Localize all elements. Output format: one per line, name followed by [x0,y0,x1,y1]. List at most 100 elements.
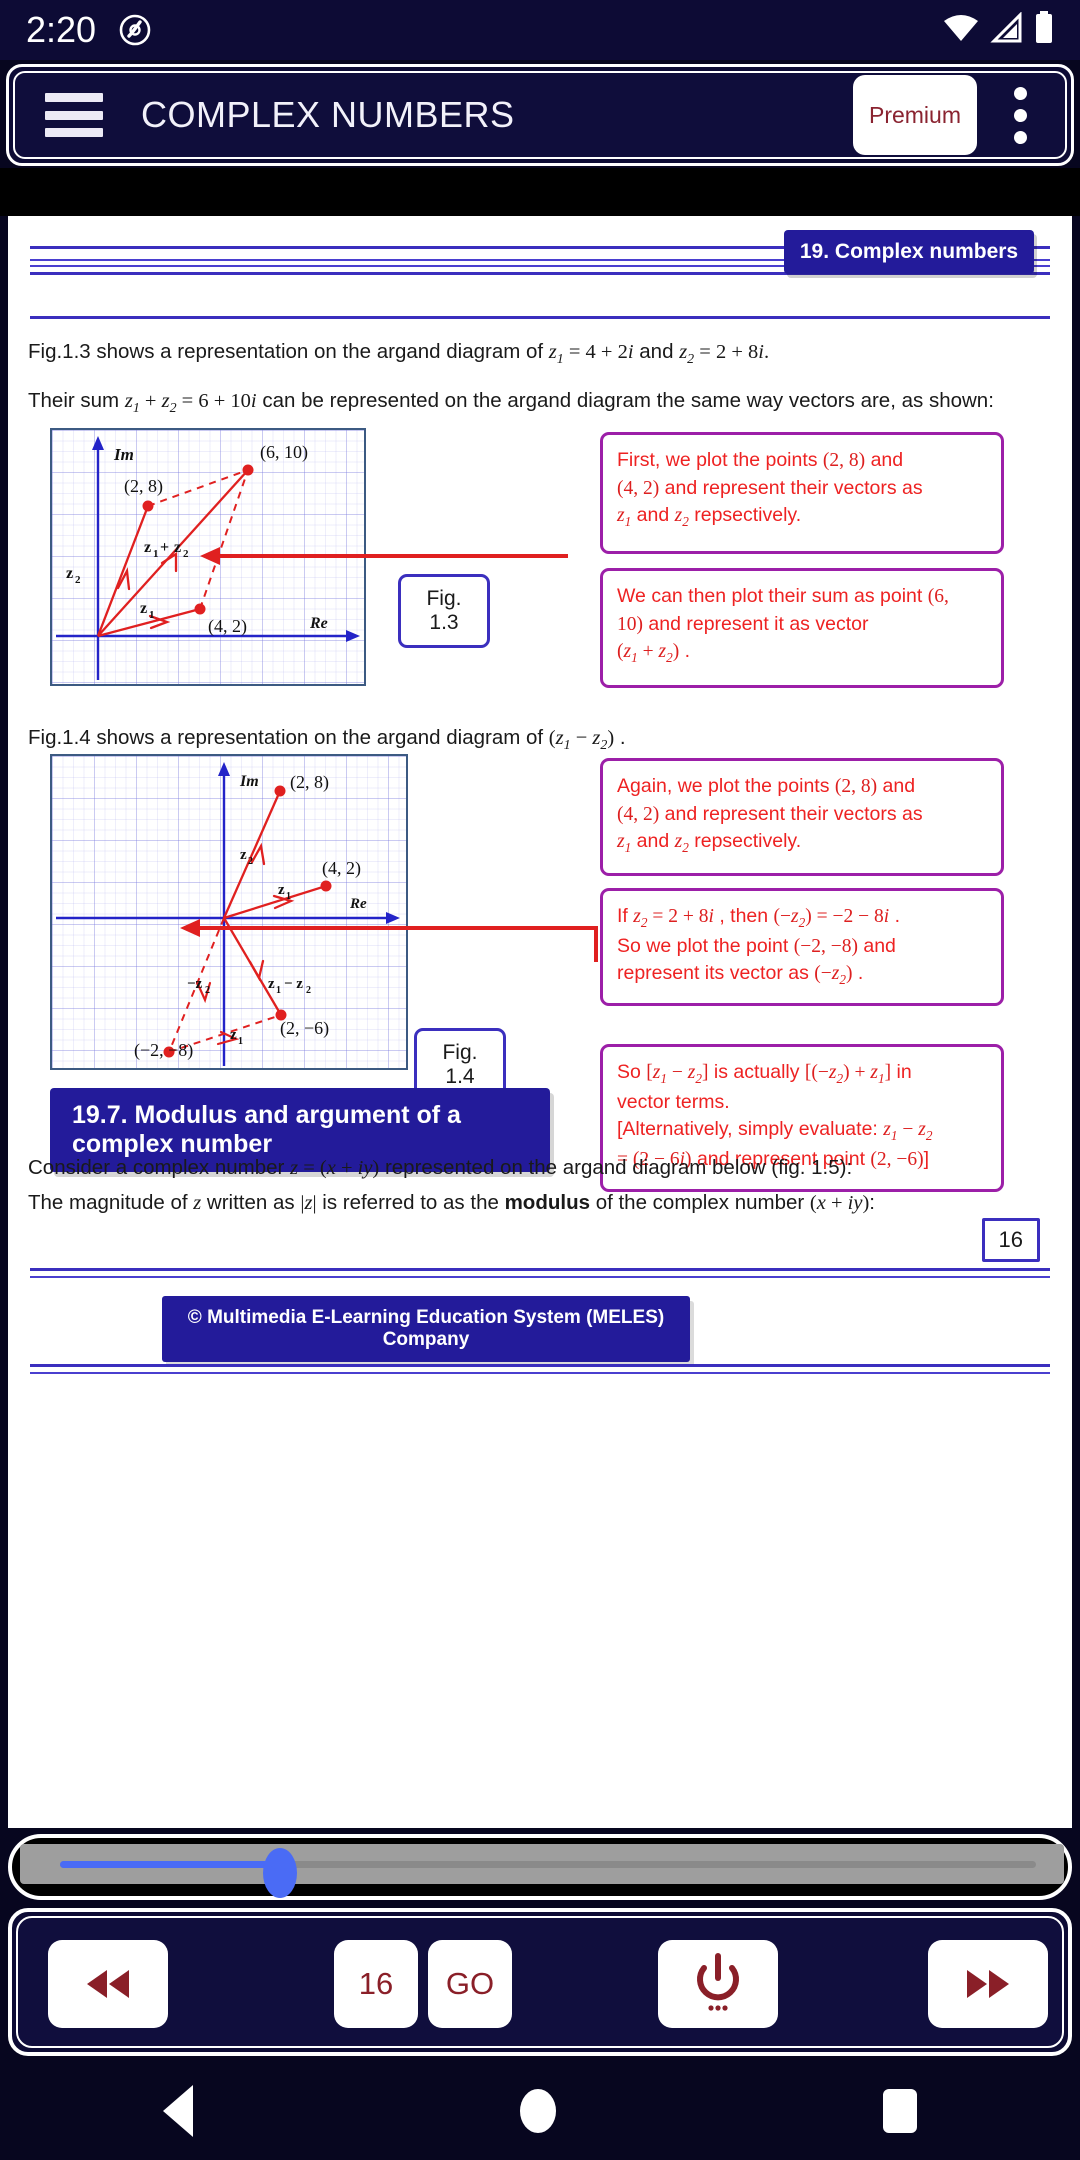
callout-line: vector terms. [617,1090,730,1113]
nav-recents-icon[interactable] [882,2089,917,2133]
svg-text:2: 2 [75,574,81,586]
player-controls: 16 GO [16,1916,1064,2048]
page-number-button[interactable]: 16 [334,1940,418,2028]
paragraph-fig14-intro: Fig.1.4 shows a representation on the ar… [28,726,626,754]
svg-text:2: 2 [248,856,253,867]
svg-text:(6, 10): (6, 10) [260,442,308,463]
callout-line: [Alternatively, simply evaluate: z1 − z2 [617,1118,933,1144]
svg-text:z: z [240,847,247,863]
header-rule-5 [30,316,1050,319]
svg-text:Re: Re [309,615,328,632]
svg-text:1: 1 [276,985,281,996]
callout-line: Again, we plot the points (2, 8) and [617,775,916,797]
status-bar: 2:20 [0,0,1080,60]
svg-text:z: z [230,1027,237,1043]
go-button[interactable]: GO [428,1940,512,2028]
callout-line: First, we plot the points (2, 8) and [617,449,904,471]
callout-fig14-2: If z2 = 2 + 8i , then (−z2) = −2 − 8i . … [600,888,1004,1006]
seek-slider-background [20,1844,1064,1898]
premium-button[interactable]: Premium [853,75,977,155]
svg-text:(2, −6): (2, −6) [280,1018,329,1039]
chapter-chip: 19. Complex numbers [784,230,1034,274]
callout-line: So we plot the point (−2, −8) and [617,934,896,957]
callout-line: z1 and z2 repsectively. [617,830,802,856]
callout-fig13-2: We can then plot their sum as point (6, … [600,568,1004,688]
kebab-menu-icon[interactable] [993,86,1047,144]
svg-text:Im: Im [113,445,134,464]
paragraph-fig13-intro: Fig.1.3 shows a representation on the ar… [28,340,770,368]
svg-text:2: 2 [306,985,311,996]
paragraph-modulus-1: Consider a complex number z = (x + iy) r… [28,1156,853,1179]
svg-text:Im: Im [239,773,259,790]
paragraph-modulus-2: The magnitude of z written as |z| is ref… [28,1191,875,1214]
callout-line: We can then plot their sum as point (6, [617,585,949,607]
page-seek-slider[interactable] [8,1834,1072,1900]
seek-slider-thumb[interactable] [263,1848,297,1898]
power-button[interactable] [658,1940,778,2028]
forward-button[interactable] [928,1940,1048,2028]
android-navigation-bar [0,2062,1080,2160]
copyright-banner: © Multimedia E-Learning Education System… [162,1296,690,1362]
figure-label-13: Fig. 1.3 [398,574,490,648]
page-title: COMPLEX NUMBERS [141,94,515,135]
app-bar-container: COMPLEX NUMBERS Premium [6,64,1074,166]
p3-text-a: Fig.1.4 shows a representation on the ar… [28,726,549,749]
p3-text-tail: . [614,726,626,749]
svg-text:1: 1 [238,1036,243,1047]
wifi-icon [942,12,980,49]
nav-back-icon[interactable] [163,2085,194,2137]
status-icons [942,10,1054,50]
svg-text:2: 2 [205,985,210,996]
screen-root: 2:20 COMPLEX NUMBERS Premium 19. Complex… [0,0,1080,2160]
callout-line: (4, 2) and represent their vectors as [617,476,923,499]
rewind-icon [87,1970,129,1998]
app-bar: COMPLEX NUMBERS Premium [13,71,1067,159]
footer-rule-1 [30,1268,1050,1271]
svg-text:(4, 2): (4, 2) [322,858,361,879]
svg-text:(2, 8): (2, 8) [124,476,163,497]
p5-text-a: The magnitude of [28,1191,194,1214]
callout-fig14-1: Again, we plot the points (2, 8) and (4,… [600,758,1004,876]
footer-rule-2 [30,1276,1050,1278]
svg-text:1: 1 [286,891,291,902]
callout-connector-fig13 [200,547,568,565]
callout-line: (4, 2) and represent their vectors as [617,802,923,825]
callout-connector-fig14 [180,919,598,962]
nav-home-icon[interactable] [519,2089,556,2133]
paragraph-sum-intro: Their sum z1 + z2 = 6 + 10i can be repre… [28,389,994,417]
p1-text-a: Fig.1.3 shows a representation on the ar… [28,340,549,363]
p4-text-tail: represented on the argand diagram below … [379,1156,853,1179]
svg-text:z: z [140,600,147,617]
svg-text:(4, 2): (4, 2) [208,616,247,637]
seek-slider-fill [60,1861,278,1868]
fast-forward-icon [967,1970,1009,1998]
document-page: 19. Complex numbers Fig.1.3 shows a repr… [8,216,1072,1828]
hamburger-menu-icon[interactable] [45,93,103,137]
player-controls-container: 16 GO [8,1908,1072,2056]
callout-line: If z2 = 2 + 8i , then (−z2) = −2 − 8i . [617,905,901,930]
signal-icon [990,10,1024,49]
capture-icon [118,13,152,47]
status-bar-clock: 2:20 [26,9,97,50]
power-icon [697,1953,739,2011]
callout-line: represent its vector as (−z2) . [617,962,864,988]
rewind-button[interactable] [48,1940,168,2028]
callout-line: (z1 + z2) . [617,640,691,666]
callout-line: z1 and z2 repsectively. [617,504,802,530]
svg-text:1: 1 [149,609,155,621]
svg-text:(2, 8): (2, 8) [290,772,329,793]
document-page-number: 16 [981,1218,1040,1262]
svg-text:z: z [278,882,285,898]
footer-rule-4 [30,1372,1050,1374]
p5-bold: modulus [504,1191,590,1214]
p2-text-tail: can be represented on the argand diagram… [256,389,994,412]
callout-fig13-1: First, we plot the points (2, 8) and (4,… [600,432,1004,554]
svg-text:(−2, −8): (−2, −8) [134,1040,193,1061]
callout-line: So [z1 − z2] is actually [(−z2) + z1] in [617,1061,912,1086]
p2-text-a: Their sum [28,389,125,412]
battery-icon [1034,10,1054,50]
svg-text:z: z [66,565,73,582]
callout-line: 10) and represent it as vector [617,612,869,635]
footer-rule-3 [30,1364,1050,1367]
p4-text-a: Consider a complex number [28,1156,291,1179]
